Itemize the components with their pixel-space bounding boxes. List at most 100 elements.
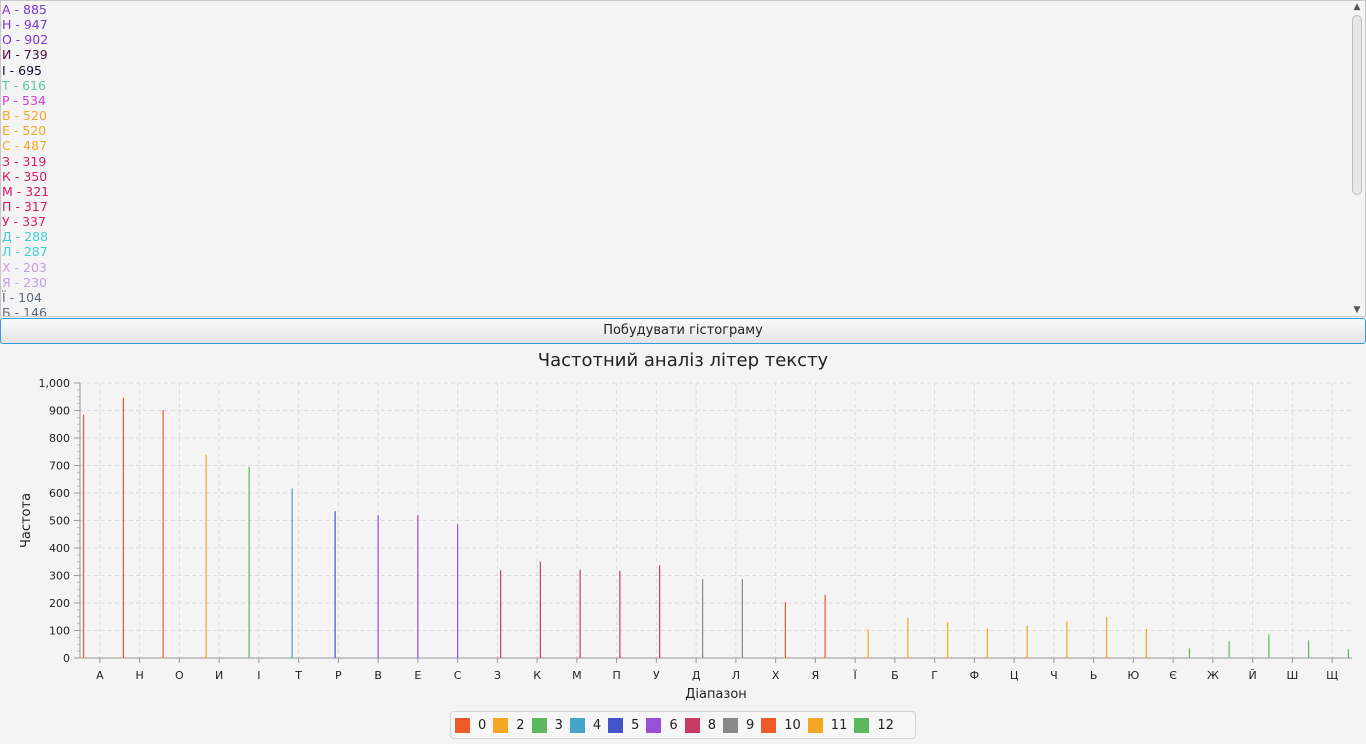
list-item[interactable]: І - 695 <box>2 63 42 78</box>
list-item[interactable]: Д - 288 <box>2 229 48 244</box>
scroll-down-icon[interactable]: ▼ <box>1349 304 1365 316</box>
x-tick-label: Ю <box>1127 669 1139 682</box>
list-item[interactable]: С - 487 <box>2 138 47 153</box>
legend-label: 5 <box>631 717 640 733</box>
y-tick-label: 700 <box>49 460 70 473</box>
x-tick-label: Е <box>414 669 421 682</box>
legend-item: 10 <box>761 717 801 733</box>
legend-swatch <box>722 717 738 733</box>
vertical-scrollbar[interactable]: ▲ ▼ <box>1349 1 1365 316</box>
x-tick-label: Т <box>294 669 302 682</box>
x-tick-label: А <box>96 669 104 682</box>
legend-label: 12 <box>877 717 894 733</box>
y-tick-label: 200 <box>49 597 70 610</box>
legend-label: 6 <box>669 717 678 733</box>
x-tick-label: П <box>612 669 620 682</box>
x-tick-label: Ф <box>970 669 979 682</box>
x-tick-label: Р <box>335 669 342 682</box>
legend-swatch <box>569 717 585 733</box>
x-tick-label: Д <box>692 669 701 682</box>
x-tick-label: И <box>215 669 223 682</box>
list-item[interactable]: Х - 203 <box>2 260 47 275</box>
legend-item: 12 <box>854 717 894 733</box>
legend-item: 8 <box>684 717 716 733</box>
letter-frequency-list[interactable]: А - 885 Н - 947 О - 902 И - 739 І - 695 Т - 6… <box>0 0 1366 317</box>
y-tick-label: 100 <box>49 625 70 638</box>
legend-swatch <box>608 717 624 733</box>
x-tick-label: Й <box>1249 669 1257 682</box>
list-item[interactable]: О - 902 <box>2 32 48 47</box>
legend-item: 2 <box>493 717 525 733</box>
x-tick-label: Ц <box>1010 669 1019 682</box>
legend-label: 9 <box>745 717 755 733</box>
legend-item: 6 <box>646 717 678 733</box>
x-tick-label: Ї <box>854 669 858 682</box>
scroll-thumb[interactable] <box>1352 15 1362 195</box>
list-item[interactable]: Л - 287 <box>2 244 48 259</box>
list-item[interactable]: У - 337 <box>2 214 46 229</box>
x-tick-label: В <box>374 669 382 682</box>
histogram-chart: 0 100 200 300 400 500 600 700 800 900 1,000 А Н О И І Т Р… <box>19 377 1352 702</box>
list-item[interactable]: П - 317 <box>2 199 48 214</box>
x-tick-label: Я <box>812 669 820 682</box>
list-item[interactable]: Е - 520 <box>2 123 46 138</box>
x-tick-label: Н <box>135 669 143 682</box>
y-tick-label: 300 <box>49 570 70 583</box>
legend-swatch <box>854 717 870 733</box>
list-item[interactable]: К - 350 <box>2 169 47 184</box>
scroll-up-icon[interactable]: ▲ <box>1349 1 1365 13</box>
legend-item: 0 <box>455 717 486 733</box>
x-tick-label: З <box>494 669 501 682</box>
legend-swatch <box>761 717 777 733</box>
legend-item: 3 <box>531 717 563 733</box>
list-item[interactable]: Б - 146 <box>2 305 47 316</box>
x-tick-label: Ш <box>1286 669 1298 682</box>
y-tick-label: 0 <box>63 652 70 665</box>
legend-item: 9 <box>722 717 755 733</box>
x-tick-label: М <box>572 669 582 682</box>
legend-item: 11 <box>807 717 848 733</box>
x-tick-label: Б <box>891 669 899 682</box>
legend-item: 5 <box>608 717 640 733</box>
x-tick-label: С <box>454 669 462 682</box>
x-tick-label: Х <box>772 669 780 682</box>
legend-label: 3 <box>554 717 563 733</box>
legend-swatch <box>646 717 662 733</box>
chart-title: Частотний аналіз літер тексту <box>537 350 829 371</box>
legend-swatch <box>807 717 823 733</box>
y-axis-label: Частота <box>19 493 34 548</box>
build-histogram-button[interactable]: Побудувати гістограму <box>0 318 1366 344</box>
y-tick-label: 800 <box>49 432 70 445</box>
x-tick-label: Г <box>931 669 938 682</box>
list-item[interactable]: М - 321 <box>2 184 49 199</box>
list-item[interactable]: З - 319 <box>2 154 46 169</box>
legend-swatch <box>493 717 509 733</box>
list-item[interactable]: Ї - 104 <box>2 290 42 305</box>
chart-legend: 0 2 3 4 5 6 8 9 10 11 12 <box>450 711 916 739</box>
y-tick-label: 600 <box>49 487 70 500</box>
x-tick-label: Є <box>1169 669 1177 682</box>
x-tick-label: Л <box>732 669 740 682</box>
list-item[interactable]: Р - 534 <box>2 93 46 108</box>
list-item[interactable]: Я - 230 <box>2 275 47 290</box>
y-tick-label: 400 <box>49 542 70 555</box>
x-axis-label: Діапазон <box>685 687 747 702</box>
x-tick-label: І <box>257 669 260 682</box>
list-item[interactable]: В - 520 <box>2 108 47 123</box>
legend-swatch <box>684 717 700 733</box>
list-item[interactable]: Т - 616 <box>2 78 46 93</box>
x-tick-label: К <box>533 669 541 682</box>
legend-item: 4 <box>569 717 602 733</box>
list-item[interactable]: Н - 947 <box>2 17 48 32</box>
legend-label: 2 <box>516 717 525 733</box>
list-item[interactable]: И - 739 <box>2 47 48 62</box>
legend-label: 4 <box>592 717 602 733</box>
y-tick-label: 900 <box>49 405 70 418</box>
x-tick-label: Щ <box>1326 669 1338 682</box>
legend-label: 11 <box>830 717 848 733</box>
x-tick-label: Ж <box>1207 669 1219 682</box>
list-item[interactable]: А - 885 <box>2 2 47 17</box>
y-tick-label: 500 <box>49 515 70 528</box>
x-tick-label: У <box>653 669 660 682</box>
x-tick-label: Ч <box>1050 669 1058 682</box>
